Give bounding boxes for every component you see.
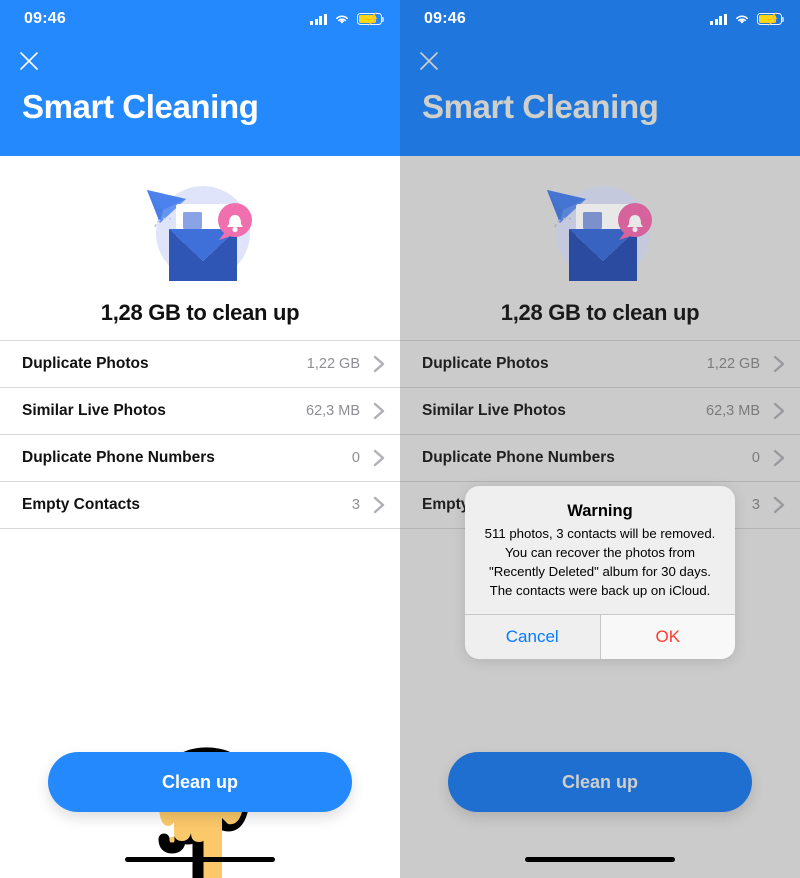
row-label: Empty Contacts xyxy=(22,496,140,513)
alert-body: Warning 511 photos, 3 contacts will be r… xyxy=(465,486,735,614)
table-row[interactable]: Duplicate Photos 1,22 GB xyxy=(0,341,400,388)
status-clock: 09:46 xyxy=(424,10,466,27)
chevron-right-icon xyxy=(373,402,385,420)
status-bar-left: 09:46 ⚡ xyxy=(0,0,400,36)
chevron-right-icon xyxy=(773,402,785,420)
row-value: 62,3 MB xyxy=(706,403,760,419)
row-value: 62,3 MB xyxy=(306,403,360,419)
chevron-right-icon xyxy=(773,449,785,467)
clean-up-button-wrap: Clean up xyxy=(0,752,400,812)
page-title: Smart Cleaning xyxy=(422,88,659,125)
chevron-right-icon xyxy=(773,496,785,514)
phone-screen-right: 09:46 ⚡ Smart Cleaning 1,28 GB to clean … xyxy=(400,0,800,878)
envelope-letter-notification-illustration xyxy=(147,186,252,281)
alert-title: Warning xyxy=(567,502,633,520)
cleaning-categories-list: Duplicate Photos 1,22 GB Similar Live Ph… xyxy=(0,340,400,529)
wifi-icon xyxy=(736,15,748,24)
row-value: 3 xyxy=(751,497,760,513)
app-header-left: 09:46 ⚡ Smart Cleaning xyxy=(0,0,400,156)
chevron-right-icon xyxy=(373,355,385,373)
battery-charging-icon: ⚡ xyxy=(357,12,385,26)
dual-phone-screenshot: 09:46 ⚡ Smart Cleaning 1,28 GB to clean … xyxy=(0,0,800,878)
battery-charging-icon: ⚡ xyxy=(757,12,785,26)
clean-up-button[interactable]: Clean up xyxy=(48,752,352,812)
table-row[interactable]: Similar Live Photos 62,3 MB xyxy=(0,388,400,435)
warning-alert-dialog: Warning 511 photos, 3 contacts will be r… xyxy=(465,486,735,659)
chevron-right-icon xyxy=(773,355,785,373)
table-row[interactable]: Empty Contacts 3 xyxy=(0,482,400,529)
table-row[interactable]: Duplicate Photos 1,22 GB xyxy=(400,341,800,388)
clean-up-button-wrap: Clean up xyxy=(400,752,800,812)
content-area-right: 1,28 GB to clean up Duplicate Photos 1,2… xyxy=(400,156,800,878)
phone-screen-left: 09:46 ⚡ Smart Cleaning 1,28 GB to clean … xyxy=(0,0,400,878)
status-icons: ⚡ xyxy=(309,12,385,26)
row-label: Similar Live Photos xyxy=(22,402,166,419)
chevron-right-icon xyxy=(373,496,385,514)
page-title: Smart Cleaning xyxy=(22,88,259,125)
row-label: Similar Live Photos xyxy=(422,402,566,419)
illustration-wrap xyxy=(400,156,800,290)
summary-text: 1,28 GB to clean up xyxy=(500,300,700,325)
close-button[interactable] xyxy=(400,36,800,74)
close-icon xyxy=(420,52,438,70)
alert-cancel-button[interactable]: Cancel xyxy=(465,615,600,659)
row-label: Duplicate Phone Numbers xyxy=(422,449,615,466)
status-icons: ⚡ xyxy=(709,12,785,26)
content-area-left: 1,28 GB to clean up Duplicate Photos 1,2… xyxy=(0,156,400,878)
table-row[interactable]: Duplicate Phone Numbers 0 xyxy=(0,435,400,482)
cellular-signal-icon xyxy=(709,13,727,25)
table-row[interactable]: Duplicate Phone Numbers 0 xyxy=(400,435,800,482)
status-bar-right: 09:46 ⚡ xyxy=(400,0,800,36)
clean-up-button[interactable]: Clean up xyxy=(448,752,752,812)
wifi-icon xyxy=(336,15,348,24)
row-value: 3 xyxy=(351,497,360,513)
app-header-right: 09:46 ⚡ Smart Cleaning xyxy=(400,0,800,156)
row-label: Duplicate Photos xyxy=(422,355,549,372)
home-indicator xyxy=(125,857,275,862)
home-indicator xyxy=(525,857,675,862)
row-label: Duplicate Phone Numbers xyxy=(22,449,215,466)
summary-text: 1,28 GB to clean up xyxy=(100,300,300,325)
row-value: 0 xyxy=(351,450,360,466)
alert-buttons: Cancel OK xyxy=(465,614,735,659)
row-label: Duplicate Photos xyxy=(22,355,149,372)
row-value: 0 xyxy=(751,450,760,466)
row-value: 1,22 GB xyxy=(706,356,760,372)
cellular-signal-icon xyxy=(309,13,327,25)
alert-message: 511 photos, 3 contacts will be removed. … xyxy=(484,526,716,598)
illustration-wrap xyxy=(0,156,400,290)
alert-ok-button[interactable]: OK xyxy=(600,615,735,659)
table-row[interactable]: Similar Live Photos 62,3 MB xyxy=(400,388,800,435)
row-value: 1,22 GB xyxy=(306,356,360,372)
status-clock: 09:46 xyxy=(24,10,66,27)
chevron-right-icon xyxy=(373,449,385,467)
envelope-letter-notification-illustration xyxy=(547,186,652,281)
close-icon xyxy=(20,52,38,70)
close-button[interactable] xyxy=(0,36,400,74)
